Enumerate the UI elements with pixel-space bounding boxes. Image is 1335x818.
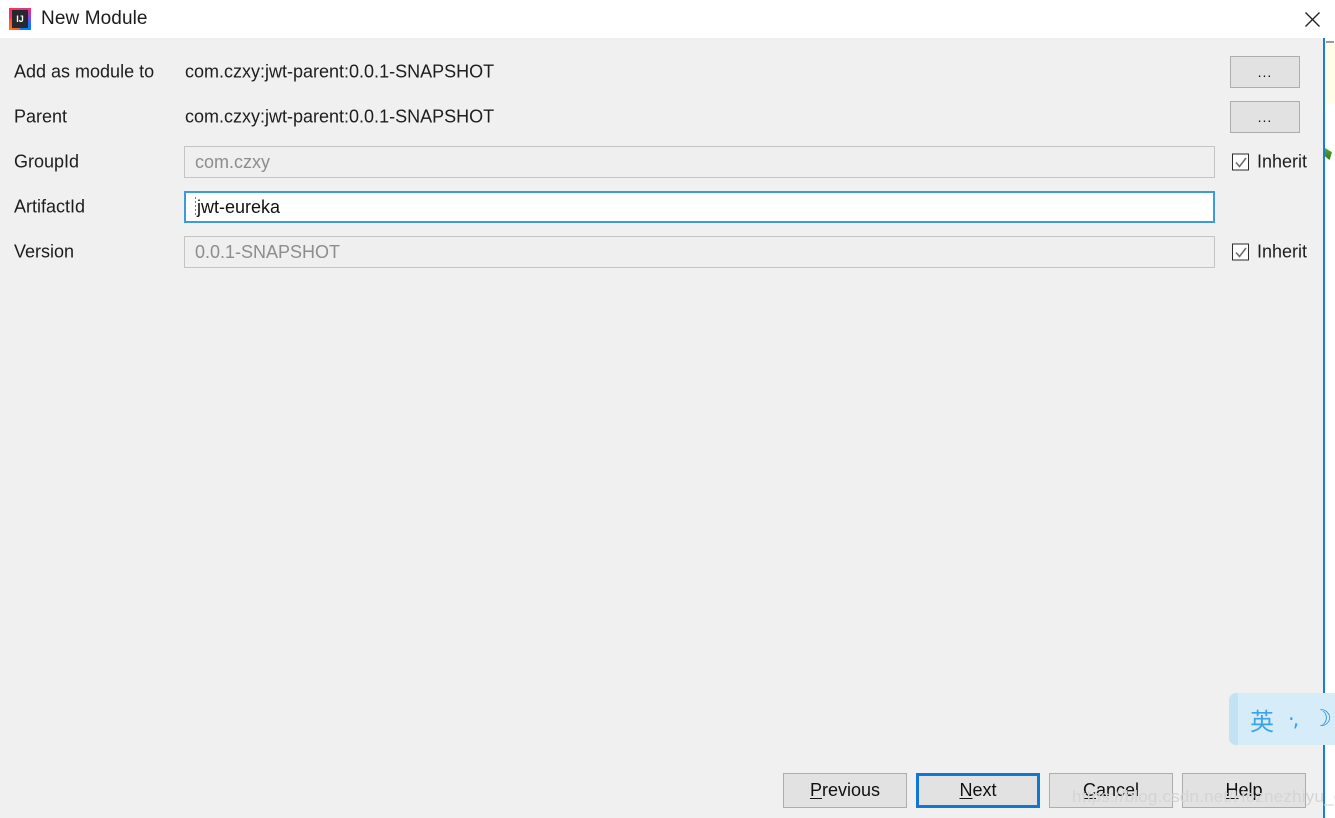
form-row-version: Version 0.0.1-SNAPSHOT Inherit — [0, 232, 1323, 272]
label-parent: Parent — [14, 106, 68, 127]
cancel-button-label: ancel — [1095, 780, 1140, 800]
ime-mode-icon[interactable]: 英 — [1250, 702, 1274, 737]
label-add-as-module-to: Add as module to — [14, 61, 155, 82]
next-button-label: ext — [972, 780, 997, 800]
artifactid-input[interactable]: jwt-eureka — [184, 191, 1215, 223]
label-artifactid: ArtifactId — [14, 196, 86, 217]
version-input-value: 0.0.1-SNAPSHOT — [195, 241, 341, 262]
ime-language-bar[interactable]: 英 ·, ☽ — [1229, 693, 1335, 745]
ime-moon-icon[interactable]: ☽ — [1311, 706, 1332, 732]
window-title: New Module — [41, 8, 148, 29]
next-button-mnemonic: N — [959, 780, 973, 800]
dialog-button-bar: Previous Next Cancel Help — [783, 773, 1306, 808]
value-add-as-module-to: com.czxy:jwt-parent:0.0.1-SNAPSHOT — [185, 61, 495, 82]
groupid-input[interactable]: com.czxy — [184, 146, 1215, 178]
cancel-button[interactable]: Cancel — [1049, 773, 1173, 808]
version-input[interactable]: 0.0.1-SNAPSHOT — [184, 236, 1215, 268]
browse-button-parent[interactable]: ... — [1230, 101, 1300, 133]
cancel-button-mnemonic: C — [1082, 780, 1096, 800]
new-module-dialog: IJ New Module Add as module to com.czxy:… — [0, 0, 1335, 818]
browse-button-add-as-module-to[interactable]: ... — [1230, 56, 1300, 88]
form-row-parent: Parent com.czxy:jwt-parent:0.0.1-SNAPSHO… — [0, 97, 1323, 137]
help-button[interactable]: Help — [1182, 773, 1306, 808]
checkbox-inherit-groupid[interactable] — [1232, 153, 1249, 171]
label-inherit-groupid: Inherit — [1257, 151, 1308, 172]
form-row-artifactid: ArtifactId jwt-eureka — [0, 187, 1323, 227]
help-button-label: elp — [1238, 780, 1263, 800]
label-inherit-version: Inherit — [1257, 241, 1308, 262]
ime-drag-handle[interactable] — [1229, 693, 1238, 745]
previous-button-label: revious — [821, 780, 881, 800]
previous-button[interactable]: Previous — [783, 773, 907, 808]
inherit-version[interactable]: Inherit — [1232, 242, 1307, 263]
text-caret — [195, 197, 196, 217]
checkbox-inherit-version[interactable] — [1232, 243, 1249, 261]
form-row-groupid: GroupId com.czxy Inherit — [0, 142, 1323, 182]
form-row-add-as-module-to: Add as module to com.czxy:jwt-parent:0.0… — [0, 52, 1323, 92]
background-window-divider — [1326, 41, 1334, 43]
inherit-groupid[interactable]: Inherit — [1232, 152, 1307, 173]
previous-button-mnemonic: P — [809, 780, 822, 800]
app-icon-label: IJ — [16, 13, 24, 24]
artifactid-input-value: jwt-eureka — [197, 196, 281, 217]
close-icon[interactable] — [1289, 0, 1335, 38]
title-bar: IJ New Module — [0, 0, 1335, 38]
value-parent: com.czxy:jwt-parent:0.0.1-SNAPSHOT — [185, 106, 495, 127]
intellij-idea-icon: IJ — [9, 8, 31, 30]
label-groupid: GroupId — [14, 151, 80, 172]
label-version: Version — [14, 241, 75, 262]
background-window-tab — [1325, 44, 1335, 104]
help-button-mnemonic: H — [1225, 780, 1239, 800]
groupid-input-value: com.czxy — [195, 151, 271, 172]
ime-punctuation-icon[interactable]: ·, — [1288, 707, 1299, 731]
next-button[interactable]: Next — [916, 773, 1040, 808]
